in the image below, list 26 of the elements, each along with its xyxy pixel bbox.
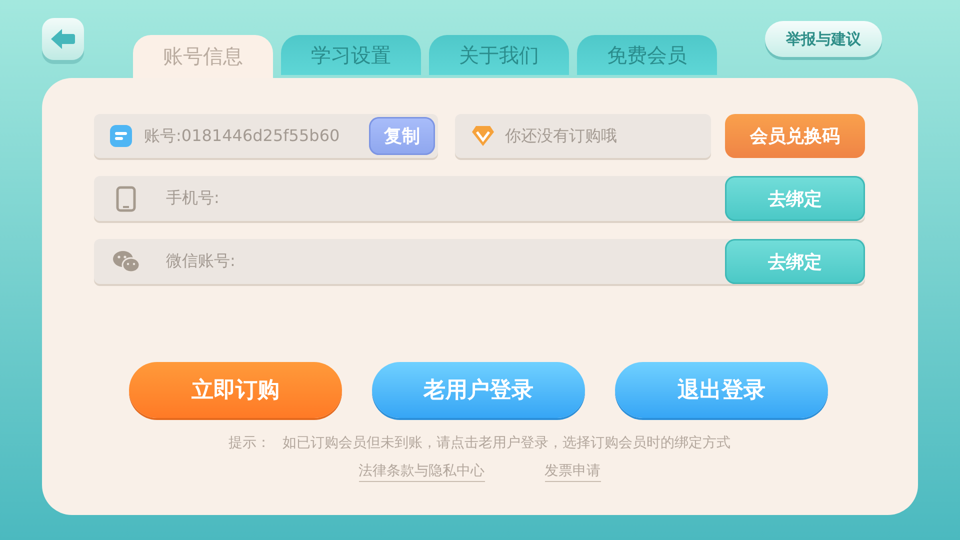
account-id: 账号:0181446d25f55b60 <box>144 126 341 146</box>
field-label: 手机号: <box>166 188 220 209</box>
login-button[interactable]: 老用户登录 <box>372 362 585 418</box>
subscribe-button[interactable]: 立即订购 <box>129 362 342 418</box>
subscription-status: 你还没有订购哦 <box>505 126 617 146</box>
bind-button[interactable]: 去绑定 <box>725 176 865 221</box>
footer-link[interactable]: 法律条款与隐私中心 <box>358 462 484 482</box>
hint-label: 提示： <box>228 434 270 452</box>
back-button[interactable] <box>42 18 84 60</box>
back-arrow-icon <box>50 28 76 50</box>
field-label: 微信账号: <box>166 251 236 272</box>
bind-button[interactable]: 去绑定 <box>725 239 865 284</box>
phone-icon <box>116 186 136 212</box>
login-button[interactable]: 退出登录 <box>615 362 828 418</box>
account-card-icon <box>110 125 132 147</box>
diamond-icon <box>471 125 495 147</box>
redeem-code-button[interactable]: 会员兑换码 <box>725 114 865 158</box>
copy-button[interactable]: 复制 <box>369 117 435 155</box>
chat-bubbles-icon <box>112 250 140 274</box>
hint-text: 如已订购会员但未到账，请点击老用户登录，选择订购会员时的绑定方式 <box>282 434 730 452</box>
footer-link[interactable]: 发票申请 <box>544 462 600 482</box>
tab[interactable]: 关于我们 <box>429 35 569 75</box>
report-button[interactable]: 举报与建议 <box>765 21 882 57</box>
tab[interactable]: 学习设置 <box>281 35 421 75</box>
tab[interactable]: 免费会员 <box>577 35 717 75</box>
tab[interactable]: 账号信息 <box>133 35 273 78</box>
